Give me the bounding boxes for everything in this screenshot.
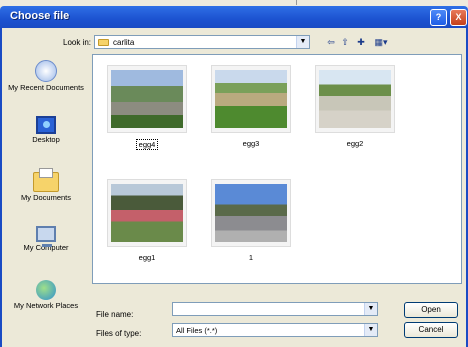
file-type-value: All Files (*.*) bbox=[176, 326, 218, 335]
file-name: egg3 bbox=[242, 139, 260, 148]
open-button[interactable]: Open bbox=[404, 302, 458, 318]
thumbnail-frame bbox=[315, 65, 395, 133]
file-item[interactable]: egg3 bbox=[211, 65, 291, 148]
title-bar[interactable]: Choose file ? X bbox=[0, 6, 468, 28]
house-photo-thumbnail bbox=[111, 70, 183, 128]
chevron-down-icon[interactable]: ▼ bbox=[364, 303, 377, 315]
place-label: My Network Places bbox=[13, 301, 79, 310]
look-in-dropdown[interactable]: carlita ▼ bbox=[94, 35, 310, 49]
folder-icon bbox=[98, 39, 109, 46]
place-desktop[interactable]: Desktop bbox=[6, 116, 86, 144]
file-list[interactable]: egg4 egg3 egg2 egg1 1 bbox=[92, 54, 462, 284]
my-computer-icon bbox=[36, 226, 56, 247]
place-recent-documents[interactable]: My Recent Documents bbox=[6, 60, 86, 92]
file-name: egg1 bbox=[138, 253, 156, 262]
file-name: egg2 bbox=[346, 139, 364, 148]
background-mark bbox=[296, 0, 297, 5]
house-photo-thumbnail bbox=[319, 70, 391, 128]
thumbnail-frame bbox=[211, 65, 291, 133]
place-my-documents[interactable]: My Documents bbox=[6, 168, 86, 202]
file-name: egg4 bbox=[135, 139, 159, 150]
views-menu-icon[interactable]: ▦▾ bbox=[372, 36, 390, 48]
back-arrow-icon[interactable]: ⇦ bbox=[325, 36, 337, 48]
window-frame-left bbox=[0, 28, 2, 347]
house-photo-thumbnail bbox=[215, 70, 287, 128]
close-button[interactable]: X bbox=[450, 9, 467, 26]
file-type-dropdown[interactable]: All Files (*.*) ▼ bbox=[172, 323, 378, 337]
file-item[interactable]: egg1 bbox=[107, 179, 187, 262]
place-label: My Documents bbox=[20, 193, 71, 202]
cancel-button[interactable]: Cancel bbox=[404, 322, 458, 338]
place-label: Desktop bbox=[32, 135, 60, 144]
desktop-icon bbox=[36, 116, 56, 134]
thumbnail-frame bbox=[211, 179, 291, 247]
place-my-computer[interactable]: My Computer bbox=[6, 226, 86, 252]
look-in-value: carlita bbox=[113, 38, 135, 47]
file-name: 1 bbox=[248, 253, 254, 262]
help-button[interactable]: ? bbox=[430, 9, 447, 26]
chevron-down-icon[interactable]: ▼ bbox=[296, 36, 309, 48]
thumbnail-frame bbox=[107, 65, 187, 133]
place-label: My Recent Documents bbox=[8, 83, 84, 92]
chevron-down-icon[interactable]: ▼ bbox=[364, 324, 377, 336]
file-item[interactable]: 1 bbox=[211, 179, 291, 262]
file-name-label: File name: bbox=[96, 310, 134, 319]
file-item[interactable]: egg4 bbox=[107, 65, 187, 150]
window-title: Choose file bbox=[10, 10, 70, 22]
places-bar: My Recent Documents Desktop My Documents… bbox=[6, 56, 86, 345]
up-folder-icon[interactable]: ⇧ bbox=[339, 36, 351, 48]
new-folder-icon[interactable]: ✚ bbox=[355, 36, 367, 48]
house-photo-thumbnail bbox=[111, 184, 183, 242]
network-places-icon bbox=[36, 280, 56, 300]
file-item[interactable]: egg2 bbox=[315, 65, 395, 148]
file-type-label: Files of type: bbox=[96, 329, 142, 338]
file-name-input[interactable]: ▼ bbox=[172, 302, 378, 316]
my-documents-icon bbox=[33, 168, 59, 192]
recent-documents-icon bbox=[35, 60, 57, 82]
thumbnail-frame bbox=[107, 179, 187, 247]
place-network-places[interactable]: My Network Places bbox=[6, 280, 86, 310]
house-photo-thumbnail bbox=[215, 184, 287, 242]
look-in-label: Look in: bbox=[63, 38, 92, 47]
